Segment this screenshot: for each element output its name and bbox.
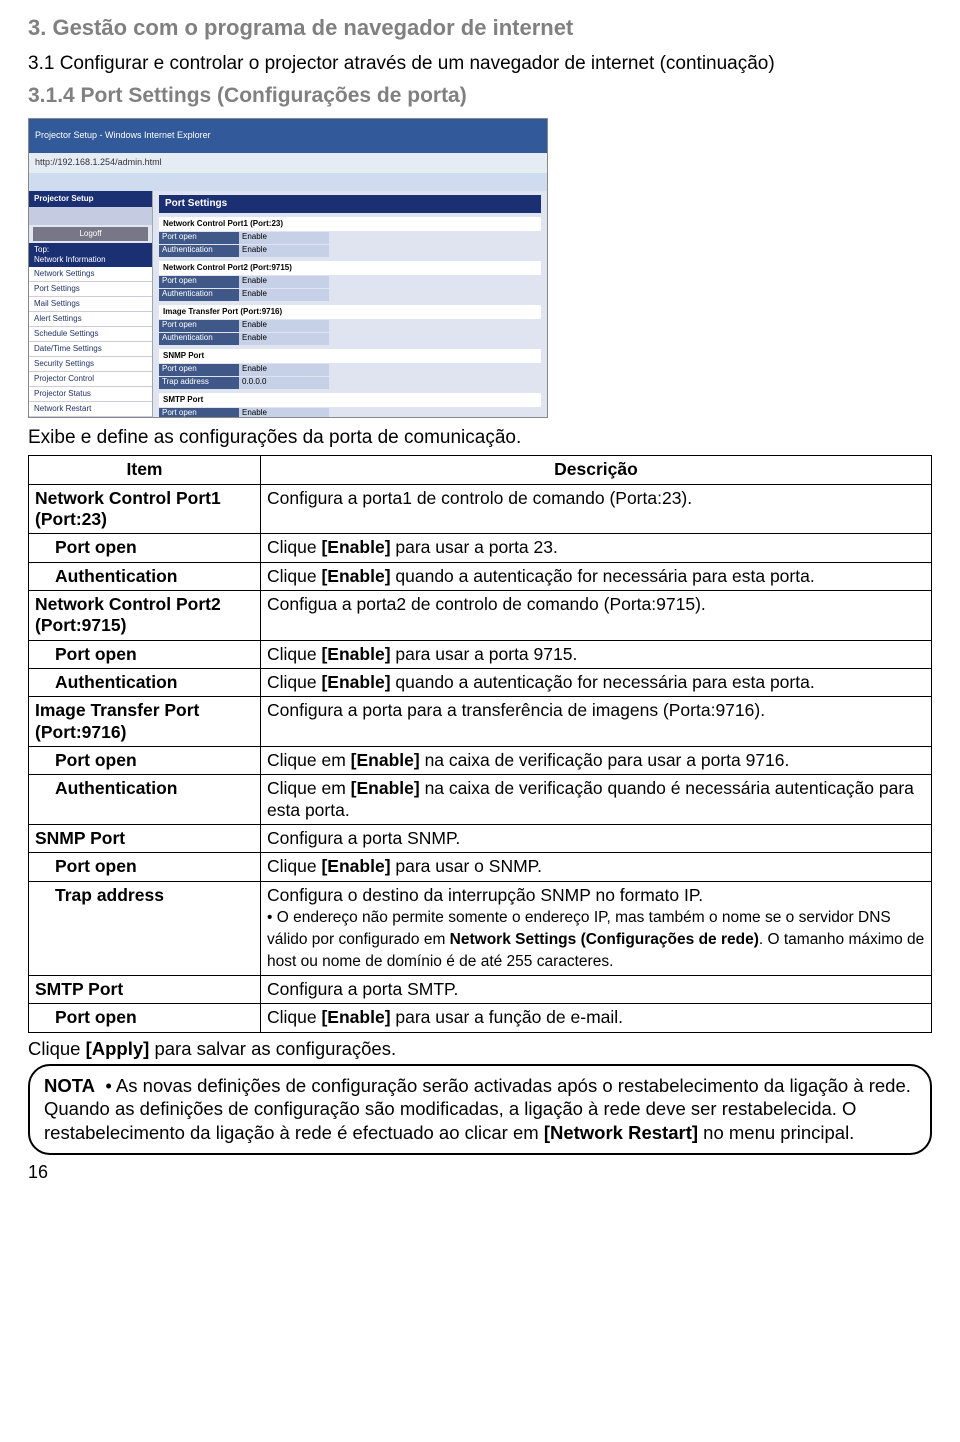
panel-row-value: Enable xyxy=(239,333,329,345)
panel-row-label: Port open xyxy=(159,320,239,332)
table-desc: Clique [Enable] para usar a função de e-… xyxy=(261,1004,932,1032)
sidebar-link: Alert Settings xyxy=(29,312,152,327)
table-row: Port openClique [Enable] para usar a por… xyxy=(29,534,932,562)
page-number: 16 xyxy=(28,1161,932,1184)
table-desc: Configura a porta para a transferência d… xyxy=(261,697,932,747)
table-row: AuthenticationClique em [Enable] na caix… xyxy=(29,775,932,825)
table-row: Trap addressConfigura o destino da inter… xyxy=(29,881,932,975)
sidebar-link: Date/Time Settings xyxy=(29,342,152,357)
panel-group-label: SNMP Port xyxy=(159,349,541,363)
table-item: SNMP Port xyxy=(29,825,261,853)
table-item: Trap address xyxy=(29,881,261,975)
table-desc: Configura a porta1 de controlo de comand… xyxy=(261,484,932,534)
table-desc: Clique [Enable] para usar a porta 9715. xyxy=(261,640,932,668)
panel-row-label: Authentication xyxy=(159,245,239,257)
table-item: Network Control Port2 (Port:9715) xyxy=(29,590,261,640)
panel-row-value: Enable xyxy=(239,232,329,244)
table-row: Port openClique [Enable] para usar a por… xyxy=(29,640,932,668)
panel-row-value: 0.0.0.0 xyxy=(239,377,329,389)
panel-row-label: Authentication xyxy=(159,289,239,301)
address-bar: http://192.168.1.254/admin.html xyxy=(35,157,162,168)
sidebar-link: Security Settings xyxy=(29,357,152,372)
sidebar-netinfo: Network Information xyxy=(34,255,106,264)
description-table: Item Descrição Network Control Port1 (Po… xyxy=(28,455,932,1032)
table-item: Port open xyxy=(29,1004,261,1032)
table-row: SNMP PortConfigura a porta SNMP. xyxy=(29,825,932,853)
table-item: Authentication xyxy=(29,669,261,697)
table-desc: Clique em [Enable] na caixa de verificaç… xyxy=(261,747,932,775)
table-item: Port open xyxy=(29,534,261,562)
table-item: Image Transfer Port (Port:9716) xyxy=(29,697,261,747)
table-item: Network Control Port1 (Port:23) xyxy=(29,484,261,534)
table-desc: Clique [Enable] para usar o SNMP. xyxy=(261,853,932,881)
panel-row-value: Enable xyxy=(239,364,329,376)
table-row: AuthenticationClique [Enable] quando a a… xyxy=(29,669,932,697)
sidebar-link: Mail Settings xyxy=(29,297,152,312)
table-row: Port openClique em [Enable] na caixa de … xyxy=(29,747,932,775)
panel-row-label: Trap address xyxy=(159,377,239,389)
panel-row-value: Enable xyxy=(239,320,329,332)
panel-title: Port Settings xyxy=(159,195,541,214)
screenshot-sidebar: Projector Setup Logoff Top: Network Info… xyxy=(29,191,153,417)
screenshot-main: Port Settings Network Control Port1 (Por… xyxy=(153,191,547,417)
table-row: Image Transfer Port (Port:9716)Configura… xyxy=(29,697,932,747)
sidebar-link: Network Settings xyxy=(29,267,152,282)
table-head-desc: Descrição xyxy=(261,456,932,484)
table-row: Port openClique [Enable] para usar a fun… xyxy=(29,1004,932,1032)
sidebar-link: Projector Control xyxy=(29,372,152,387)
table-item: Port open xyxy=(29,640,261,668)
apply-line: Clique [Apply] para salvar as configuraç… xyxy=(28,1037,932,1060)
table-head-item: Item xyxy=(29,456,261,484)
panel-row-value: Enable xyxy=(239,276,329,288)
table-row: Network Control Port2 (Port:9715)Configu… xyxy=(29,590,932,640)
nota-box: NOTA • As novas definições de configuraç… xyxy=(28,1064,932,1155)
panel-row-label: Port open xyxy=(159,364,239,376)
table-desc: Clique [Enable] quando a autenticação fo… xyxy=(261,669,932,697)
sidebar-top: Top: xyxy=(34,245,49,254)
chapter-title: 3. Gestão com o programa de navegador de… xyxy=(28,14,932,42)
table-desc: Configura a porta SNMP. xyxy=(261,825,932,853)
panel-row-label: Port open xyxy=(159,276,239,288)
table-desc: Configua a porta2 de controlo de comando… xyxy=(261,590,932,640)
section-heading: 3.1.4 Port Settings (Configurações de po… xyxy=(28,83,932,109)
table-item: Port open xyxy=(29,747,261,775)
table-desc: Clique [Enable] quando a autenticação fo… xyxy=(261,562,932,590)
embedded-screenshot: Projector Setup - Windows Internet Explo… xyxy=(28,118,548,418)
panel-row-label: Port open xyxy=(159,232,239,244)
sidebar-link: Schedule Settings xyxy=(29,327,152,342)
table-desc: Clique [Enable] para usar a porta 23. xyxy=(261,534,932,562)
table-row: Network Control Port1 (Port:23)Configura… xyxy=(29,484,932,534)
window-title: Projector Setup - Windows Internet Explo… xyxy=(35,130,211,141)
table-desc: Configura o destino da interrupção SNMP … xyxy=(261,881,932,975)
table-item: Port open xyxy=(29,853,261,881)
table-desc: Configura a porta SMTP. xyxy=(261,975,932,1003)
intro-text: Exibe e define as configurações da porta… xyxy=(28,426,932,450)
table-item: Authentication xyxy=(29,775,261,825)
table-row: Port openClique [Enable] para usar o SNM… xyxy=(29,853,932,881)
panel-group-label: SMTP Port xyxy=(159,393,541,407)
panel-row-value: Enable xyxy=(239,408,329,417)
sidebar-logoff: Logoff xyxy=(33,227,148,241)
sidebar-brand: Projector Setup xyxy=(29,191,152,207)
panel-group-label: Network Control Port2 (Port:9715) xyxy=(159,261,541,275)
table-item: SMTP Port xyxy=(29,975,261,1003)
section-subtitle: 3.1 Configurar e controlar o projector a… xyxy=(28,52,932,76)
panel-group-label: Image Transfer Port (Port:9716) xyxy=(159,305,541,319)
panel-row-label: Authentication xyxy=(159,333,239,345)
table-row: SMTP PortConfigura a porta SMTP. xyxy=(29,975,932,1003)
panel-row-value: Enable xyxy=(239,245,329,257)
table-desc: Clique em [Enable] na caixa de verificaç… xyxy=(261,775,932,825)
panel-row-value: Enable xyxy=(239,289,329,301)
sidebar-link: Network Restart xyxy=(29,402,152,417)
panel-group-label: Network Control Port1 (Port:23) xyxy=(159,217,541,231)
panel-row-label: Port open xyxy=(159,408,239,417)
table-item: Authentication xyxy=(29,562,261,590)
sidebar-link: Projector Status xyxy=(29,387,152,402)
sidebar-link: Port Settings xyxy=(29,282,152,297)
table-row: AuthenticationClique [Enable] quando a a… xyxy=(29,562,932,590)
